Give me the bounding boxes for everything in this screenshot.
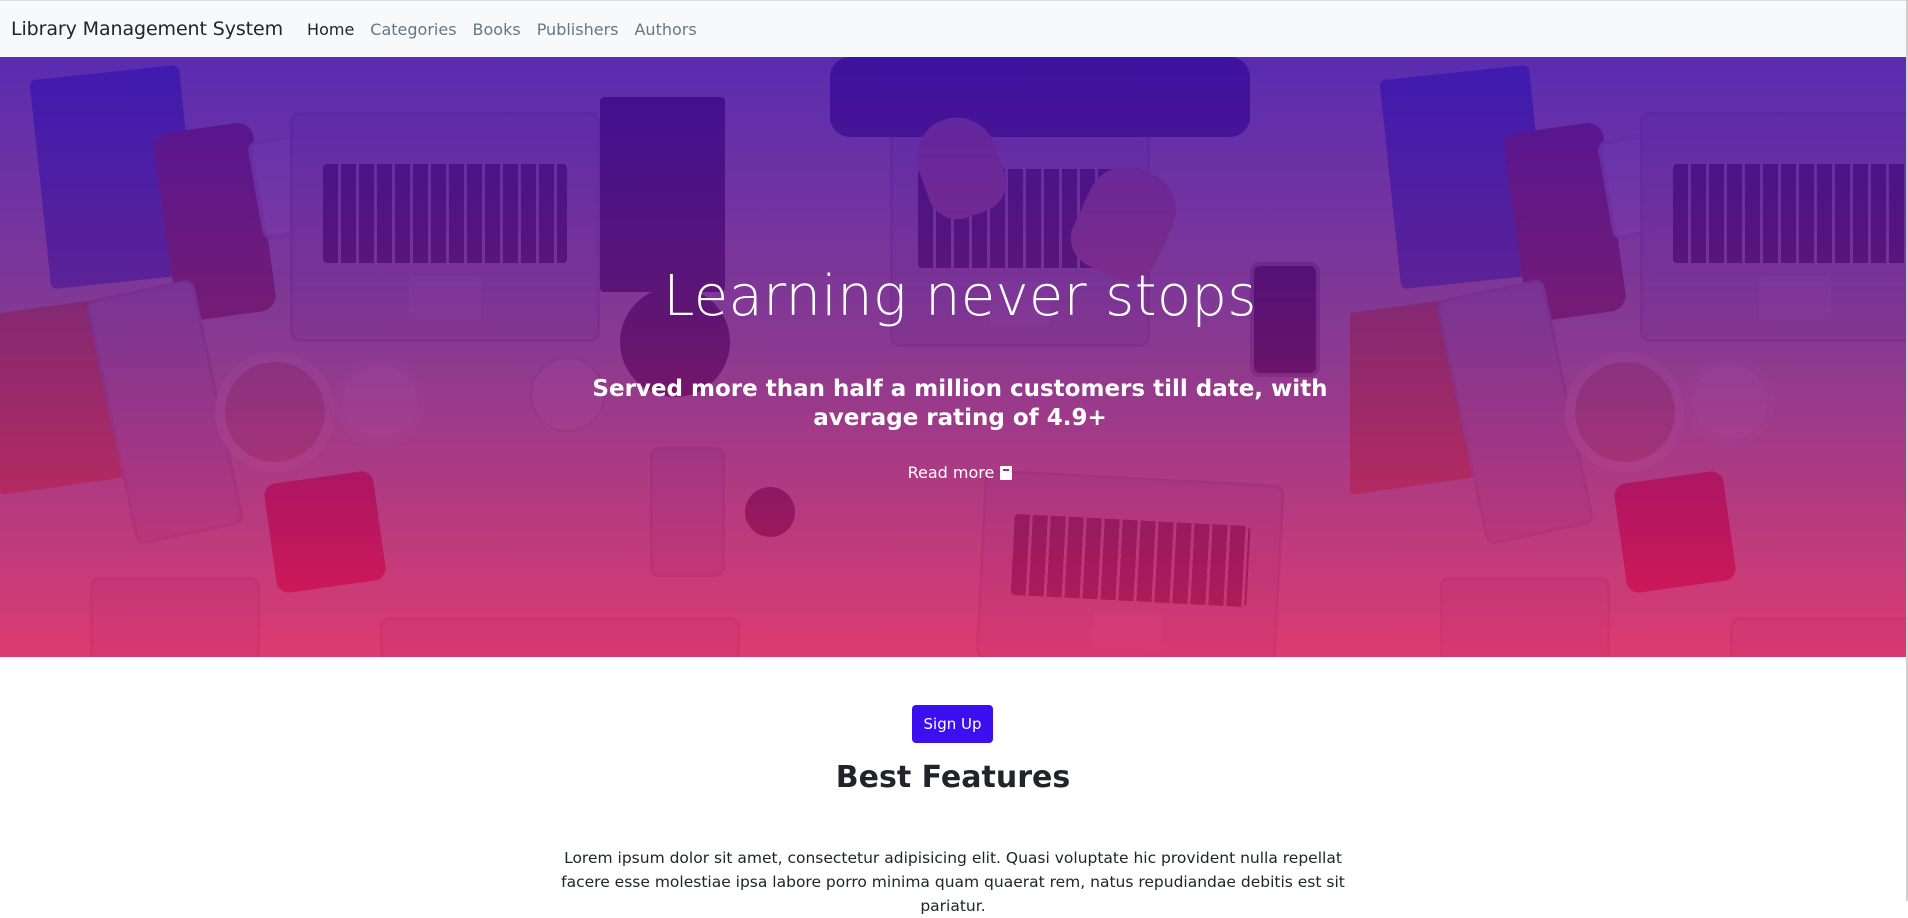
- nav-link-publishers[interactable]: Publishers: [537, 20, 619, 39]
- hero-banner: Learning never stops Served more than ha…: [0, 57, 1906, 657]
- book-icon: [1000, 466, 1013, 480]
- features-heading: Best Features: [835, 760, 1071, 795]
- read-more-link[interactable]: Read more: [0, 463, 1906, 483]
- nav-link-books[interactable]: Books: [473, 20, 521, 39]
- hero-title: Learning never stops: [663, 264, 1257, 329]
- nav-link-home[interactable]: Home: [307, 20, 354, 39]
- hero-content: Learning never stops Served more than ha…: [0, 57, 1906, 657]
- brand-title[interactable]: Library Management System: [11, 18, 283, 40]
- sign-up-button[interactable]: Sign Up: [912, 705, 993, 743]
- features-description: Lorem ipsum dolor sit amet, consectetur …: [561, 849, 1345, 915]
- hero-subtitle: Served more than half a million customer…: [592, 376, 1328, 431]
- nav-link-categories[interactable]: Categories: [370, 20, 456, 39]
- top-navbar: Library Management System Home Categorie…: [0, 0, 1906, 57]
- read-more-label: Read more: [907, 463, 995, 482]
- nav-link-authors[interactable]: Authors: [634, 20, 696, 39]
